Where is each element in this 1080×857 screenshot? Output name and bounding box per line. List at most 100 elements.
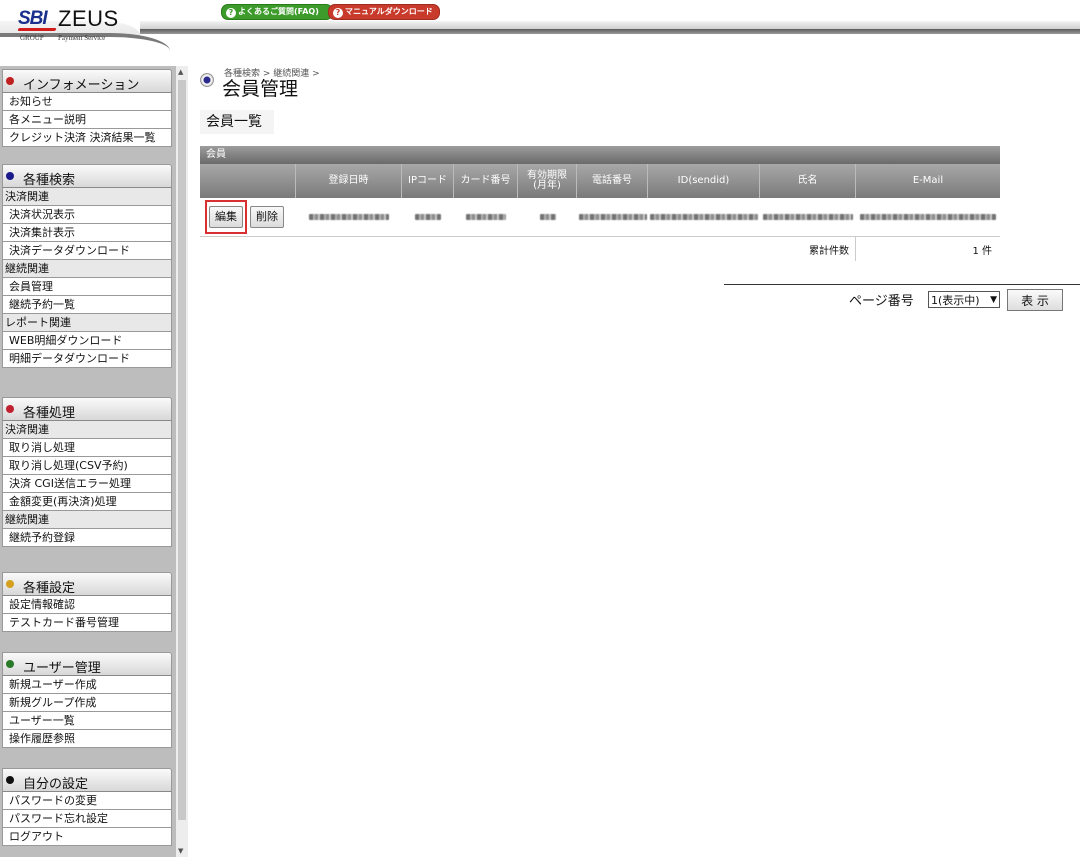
cell-registered [296,198,402,236]
edit-button[interactable]: 編集 [209,206,243,228]
sidebar-item-new-group[interactable]: 新規グループ作成 [2,694,172,712]
bullet-icon [6,405,14,413]
delete-button[interactable]: 削除 [250,206,284,228]
redacted-value [578,214,647,220]
sidebar-item-change-password[interactable]: パスワードの変更 [2,792,172,810]
bullet-icon [6,172,14,180]
sidebar-item-subscription-list[interactable]: 継続予約一覧 [2,296,172,314]
column-phone: 電話番号 [577,164,648,198]
sidebar-item-statement-download[interactable]: 明細データダウンロード [2,350,172,368]
column-name: 氏名 [760,164,856,198]
table-caption: 会員 [200,146,1000,164]
page-title: 会員管理 [222,78,299,100]
table-total-row: 累計件数 1 件 [200,236,1000,261]
sidebar-item-user-list[interactable]: ユーザー一覧 [2,712,172,730]
header: SBI ZEUS GROUP Payment Service ? よくあるご質問(… [0,0,1080,67]
sidebar-item-cancel[interactable]: 取り消し処理 [2,439,172,457]
sidebar-panel-search: 各種検索 決済関連 決済状況表示 決済集計表示 決済データダウンロード 継続関連… [2,164,172,368]
question-icon: ? [333,8,343,18]
sidebar: インフォメーション お知らせ 各メニュー説明 クレジット決済 決済結果一覧 各種… [0,66,176,857]
sidebar-item-forgot-password[interactable]: パスワード忘れ設定 [2,810,172,828]
scroll-up-icon[interactable]: ▲ [178,68,183,76]
panel-header: 自分の設定 [2,768,172,792]
manual-download-button[interactable]: ? マニュアルダウンロード [328,4,440,20]
sidebar-panel-users: ユーザー管理 新規ユーザー作成 新規グループ作成 ユーザー一覧 操作履歴参照 [2,652,172,748]
title-bullet-icon [200,73,214,87]
section-title: 会員一覧 [200,110,274,134]
total-count: 1 件 [972,245,992,257]
column-actions [200,164,296,198]
edit-highlight: 編集 [205,200,247,234]
table-header-row: 登録日時 IPコード カード番号 有効期限 (月年) 電話番号 ID(sendi… [200,164,1000,198]
cell-phone [577,198,648,236]
sidebar-panel-process: 各種処理 決済関連 取り消し処理 取り消し処理(CSV予約) 決済 CGI送信エ… [2,397,172,547]
sidebar-category: 継続関連 [2,511,172,529]
sidebar-item-credit-results[interactable]: クレジット決済 決済結果一覧 [2,129,172,147]
cell-name [760,198,856,236]
logo: SBI ZEUS GROUP Payment Service [17,6,119,42]
sidebar-item-web-statement[interactable]: WEB明細ダウンロード [2,332,172,350]
sidebar-item-logout[interactable]: ログアウト [2,828,172,846]
cell-sendid [648,198,760,236]
redacted-value [309,214,389,220]
redacted-value [539,214,556,220]
display-button[interactable]: 表 示 [1007,289,1063,311]
sidebar-item-settings-info[interactable]: 設定情報確認 [2,596,172,614]
scrollbar-thumb[interactable] [178,80,186,820]
column-registered: 登録日時 [296,164,402,198]
redacted-value [650,214,758,220]
sidebar-item-member-management[interactable]: 会員管理 [2,278,172,296]
cell-email [856,198,1000,236]
redacted-value [415,214,441,220]
total-label: 累計件数 [200,237,856,261]
cell-card-number [454,198,518,236]
redacted-value [860,214,996,220]
page-select[interactable]: 1(表示中) ▼ [928,291,1000,308]
sidebar-item-test-card[interactable]: テストカード番号管理 [2,614,172,632]
panel-header: ユーザー管理 [2,652,172,676]
sidebar-item-subscription-register[interactable]: 継続予約登録 [2,529,172,547]
sidebar-item-menu-guide[interactable]: 各メニュー説明 [2,111,172,129]
table-row: 編集 削除 [200,198,1000,236]
sidebar-item-cgi-error[interactable]: 決済 CGI送信エラー処理 [2,475,172,493]
bullet-icon [6,660,14,668]
column-sendid: ID(sendid) [648,164,760,198]
sidebar-panel-settings: 各種設定 設定情報確認 テストカード番号管理 [2,572,172,632]
member-table: 会員 登録日時 IPコード カード番号 有効期限 (月年) 電話番号 ID(se… [200,146,1000,261]
sidebar-panel-self: 自分の設定 パスワードの変更 パスワード忘れ設定 ログアウト [2,768,172,846]
bullet-icon [6,580,14,588]
panel-header: 各種処理 [2,397,172,421]
alert-icon [6,77,14,85]
redacted-value [466,214,506,220]
pager-label: ページ番号 [849,294,914,309]
bullet-icon [6,776,14,784]
panel-header: 各種検索 [2,164,172,188]
redacted-value [763,214,853,220]
sidebar-category: レポート関連 [2,314,172,332]
panel-header: インフォメーション [2,69,172,93]
sidebar-category: 継続関連 [2,260,172,278]
scroll-down-icon[interactable]: ▼ [178,847,183,855]
column-card-number: カード番号 [454,164,518,198]
chevron-down-icon: ▼ [990,295,997,305]
column-email: E-Mail [912,175,944,186]
column-expiry: 有効期限 (月年) [518,164,577,198]
sidebar-item-payment-summary[interactable]: 決済集計表示 [2,224,172,242]
sidebar-scrollbar[interactable]: ▲ ▼ [176,66,188,857]
sidebar-item-payment-status[interactable]: 決済状況表示 [2,206,172,224]
pager-divider [724,284,1080,285]
sidebar-category: 決済関連 [2,421,172,439]
sidebar-item-news[interactable]: お知らせ [2,93,172,111]
question-icon: ? [226,8,236,18]
sidebar-item-cancel-csv[interactable]: 取り消し処理(CSV予約) [2,457,172,475]
cell-ip-code [402,198,454,236]
column-ip-code: IPコード [402,164,454,198]
panel-header: 各種設定 [2,572,172,596]
cell-expiry [518,198,577,236]
sidebar-item-payment-download[interactable]: 決済データダウンロード [2,242,172,260]
sidebar-item-amount-change[interactable]: 金額変更(再決済)処理 [2,493,172,511]
sidebar-category: 決済関連 [2,188,172,206]
sidebar-item-operation-log[interactable]: 操作履歴参照 [2,730,172,748]
faq-button[interactable]: ? よくあるご質問(FAQ) [221,4,333,20]
sidebar-item-new-user[interactable]: 新規ユーザー作成 [2,676,172,694]
